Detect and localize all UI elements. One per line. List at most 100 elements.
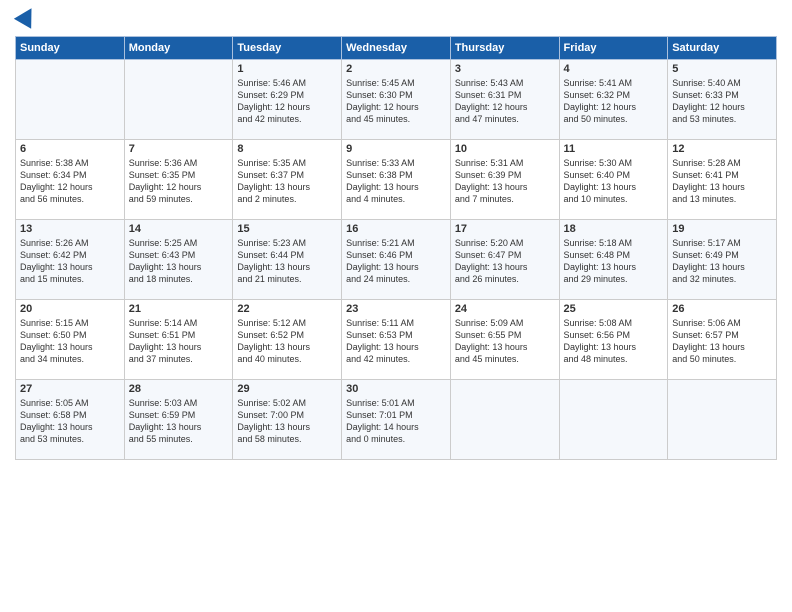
cell-day-content: Sunrise: 5:17 AMSunset: 6:49 PMDaylight:… <box>672 237 772 286</box>
cell-day-number: 10 <box>455 143 555 155</box>
calendar-cell: 24 Sunrise: 5:09 AMSunset: 6:55 PMDayligh… <box>450 300 559 380</box>
weekday-header-wednesday: Wednesday <box>342 37 451 60</box>
cell-day-number: 22 <box>237 303 337 315</box>
calendar-week-2: 6 Sunrise: 5:38 AMSunset: 6:34 PMDaylight… <box>16 140 777 220</box>
cell-day-number: 9 <box>346 143 446 155</box>
cell-day-content: Sunrise: 5:31 AMSunset: 6:39 PMDaylight:… <box>455 157 555 206</box>
cell-day-number: 18 <box>564 223 664 235</box>
cell-day-content: Sunrise: 5:33 AMSunset: 6:38 PMDaylight:… <box>346 157 446 206</box>
weekday-header-sunday: Sunday <box>16 37 125 60</box>
cell-day-number: 28 <box>129 383 229 395</box>
calendar-cell: 19 Sunrise: 5:17 AMSunset: 6:49 PMDayligh… <box>668 220 777 300</box>
cell-day-content: Sunrise: 5:01 AMSunset: 7:01 PMDaylight:… <box>346 397 446 446</box>
cell-day-number: 4 <box>564 63 664 75</box>
calendar-cell: 26 Sunrise: 5:06 AMSunset: 6:57 PMDayligh… <box>668 300 777 380</box>
calendar-cell: 22 Sunrise: 5:12 AMSunset: 6:52 PMDayligh… <box>233 300 342 380</box>
cell-day-number: 25 <box>564 303 664 315</box>
cell-day-content: Sunrise: 5:38 AMSunset: 6:34 PMDaylight:… <box>20 157 120 206</box>
calendar-cell: 2 Sunrise: 5:45 AMSunset: 6:30 PMDaylight… <box>342 60 451 140</box>
cell-day-number: 24 <box>455 303 555 315</box>
calendar-week-3: 13 Sunrise: 5:26 AMSunset: 6:42 PMDayligh… <box>16 220 777 300</box>
cell-day-number: 17 <box>455 223 555 235</box>
cell-day-content: Sunrise: 5:23 AMSunset: 6:44 PMDaylight:… <box>237 237 337 286</box>
cell-day-content: Sunrise: 5:35 AMSunset: 6:37 PMDaylight:… <box>237 157 337 206</box>
calendar-cell: 6 Sunrise: 5:38 AMSunset: 6:34 PMDaylight… <box>16 140 125 220</box>
cell-day-content: Sunrise: 5:14 AMSunset: 6:51 PMDaylight:… <box>129 317 229 366</box>
calendar-week-1: 1 Sunrise: 5:46 AMSunset: 6:29 PMDaylight… <box>16 60 777 140</box>
cell-day-content: Sunrise: 5:21 AMSunset: 6:46 PMDaylight:… <box>346 237 446 286</box>
calendar-table: SundayMondayTuesdayWednesdayThursdayFrid… <box>15 36 777 460</box>
header <box>15 10 777 28</box>
cell-day-number: 3 <box>455 63 555 75</box>
cell-day-number: 26 <box>672 303 772 315</box>
cell-day-number: 20 <box>20 303 120 315</box>
calendar-cell: 4 Sunrise: 5:41 AMSunset: 6:32 PMDaylight… <box>559 60 668 140</box>
calendar-cell <box>124 60 233 140</box>
calendar-cell: 8 Sunrise: 5:35 AMSunset: 6:37 PMDaylight… <box>233 140 342 220</box>
calendar-cell: 28 Sunrise: 5:03 AMSunset: 6:59 PMDayligh… <box>124 380 233 460</box>
weekday-header-monday: Monday <box>124 37 233 60</box>
cell-day-content: Sunrise: 5:12 AMSunset: 6:52 PMDaylight:… <box>237 317 337 366</box>
cell-day-number: 15 <box>237 223 337 235</box>
cell-day-content: Sunrise: 5:18 AMSunset: 6:48 PMDaylight:… <box>564 237 664 286</box>
calendar-cell: 30 Sunrise: 5:01 AMSunset: 7:01 PMDayligh… <box>342 380 451 460</box>
calendar-cell: 1 Sunrise: 5:46 AMSunset: 6:29 PMDaylight… <box>233 60 342 140</box>
cell-day-number: 29 <box>237 383 337 395</box>
cell-day-number: 2 <box>346 63 446 75</box>
calendar-cell: 16 Sunrise: 5:21 AMSunset: 6:46 PMDayligh… <box>342 220 451 300</box>
cell-day-number: 23 <box>346 303 446 315</box>
calendar-cell: 10 Sunrise: 5:31 AMSunset: 6:39 PMDayligh… <box>450 140 559 220</box>
cell-day-content: Sunrise: 5:06 AMSunset: 6:57 PMDaylight:… <box>672 317 772 366</box>
logo <box>15 10 37 28</box>
cell-day-content: Sunrise: 5:40 AMSunset: 6:33 PMDaylight:… <box>672 77 772 126</box>
cell-day-number: 11 <box>564 143 664 155</box>
cell-day-content: Sunrise: 5:43 AMSunset: 6:31 PMDaylight:… <box>455 77 555 126</box>
cell-day-content: Sunrise: 5:41 AMSunset: 6:32 PMDaylight:… <box>564 77 664 126</box>
cell-day-number: 16 <box>346 223 446 235</box>
calendar-cell: 27Sunrise: 5:05 AMSunset: 6:58 PMDayligh… <box>16 380 125 460</box>
cell-day-number: 19 <box>672 223 772 235</box>
weekday-header-friday: Friday <box>559 37 668 60</box>
cell-day-content: Sunrise: 5:20 AMSunset: 6:47 PMDaylight:… <box>455 237 555 286</box>
cell-day-number: 12 <box>672 143 772 155</box>
cell-day-content: Sunrise: 5:11 AMSunset: 6:53 PMDaylight:… <box>346 317 446 366</box>
logo-triangle-icon <box>14 3 40 29</box>
calendar-cell: 11 Sunrise: 5:30 AMSunset: 6:40 PMDayligh… <box>559 140 668 220</box>
cell-day-number: 7 <box>129 143 229 155</box>
cell-day-number: 13 <box>20 223 120 235</box>
calendar-cell <box>16 60 125 140</box>
cell-day-number: 21 <box>129 303 229 315</box>
calendar-cell: 17 Sunrise: 5:20 AMSunset: 6:47 PMDayligh… <box>450 220 559 300</box>
calendar-cell: 25 Sunrise: 5:08 AMSunset: 6:56 PMDayligh… <box>559 300 668 380</box>
cell-day-content: Sunrise: 5:30 AMSunset: 6:40 PMDaylight:… <box>564 157 664 206</box>
calendar-cell: 7 Sunrise: 5:36 AMSunset: 6:35 PMDaylight… <box>124 140 233 220</box>
calendar-cell: 5Sunrise: 5:40 AMSunset: 6:33 PMDaylight… <box>668 60 777 140</box>
cell-day-number: 1 <box>237 63 337 75</box>
weekday-header-thursday: Thursday <box>450 37 559 60</box>
cell-day-content: Sunrise: 5:09 AMSunset: 6:55 PMDaylight:… <box>455 317 555 366</box>
calendar-cell <box>668 380 777 460</box>
cell-day-content: Sunrise: 5:25 AMSunset: 6:43 PMDaylight:… <box>129 237 229 286</box>
calendar-cell: 15 Sunrise: 5:23 AMSunset: 6:44 PMDayligh… <box>233 220 342 300</box>
cell-day-content: Sunrise: 5:02 AMSunset: 7:00 PMDaylight:… <box>237 397 337 446</box>
cell-day-number: 6 <box>20 143 120 155</box>
cell-day-number: 27 <box>20 383 120 395</box>
cell-day-number: 14 <box>129 223 229 235</box>
cell-day-number: 8 <box>237 143 337 155</box>
calendar-week-5: 27Sunrise: 5:05 AMSunset: 6:58 PMDayligh… <box>16 380 777 460</box>
cell-day-content: Sunrise: 5:45 AMSunset: 6:30 PMDaylight:… <box>346 77 446 126</box>
calendar-cell: 29 Sunrise: 5:02 AMSunset: 7:00 PMDayligh… <box>233 380 342 460</box>
weekday-header-saturday: Saturday <box>668 37 777 60</box>
cell-day-content: Sunrise: 5:03 AMSunset: 6:59 PMDaylight:… <box>129 397 229 446</box>
cell-day-content: Sunrise: 5:08 AMSunset: 6:56 PMDaylight:… <box>564 317 664 366</box>
weekday-header-tuesday: Tuesday <box>233 37 342 60</box>
cell-day-content: Sunrise: 5:36 AMSunset: 6:35 PMDaylight:… <box>129 157 229 206</box>
cell-day-content: Sunrise: 5:46 AMSunset: 6:29 PMDaylight:… <box>237 77 337 126</box>
calendar-cell: 13 Sunrise: 5:26 AMSunset: 6:42 PMDayligh… <box>16 220 125 300</box>
calendar-cell <box>559 380 668 460</box>
cell-day-number: 30 <box>346 383 446 395</box>
calendar-cell: 20Sunrise: 5:15 AMSunset: 6:50 PMDayligh… <box>16 300 125 380</box>
cell-day-content: Sunrise: 5:26 AMSunset: 6:42 PMDaylight:… <box>20 237 120 286</box>
calendar-cell: 3 Sunrise: 5:43 AMSunset: 6:31 PMDaylight… <box>450 60 559 140</box>
calendar-cell: 18 Sunrise: 5:18 AMSunset: 6:48 PMDayligh… <box>559 220 668 300</box>
